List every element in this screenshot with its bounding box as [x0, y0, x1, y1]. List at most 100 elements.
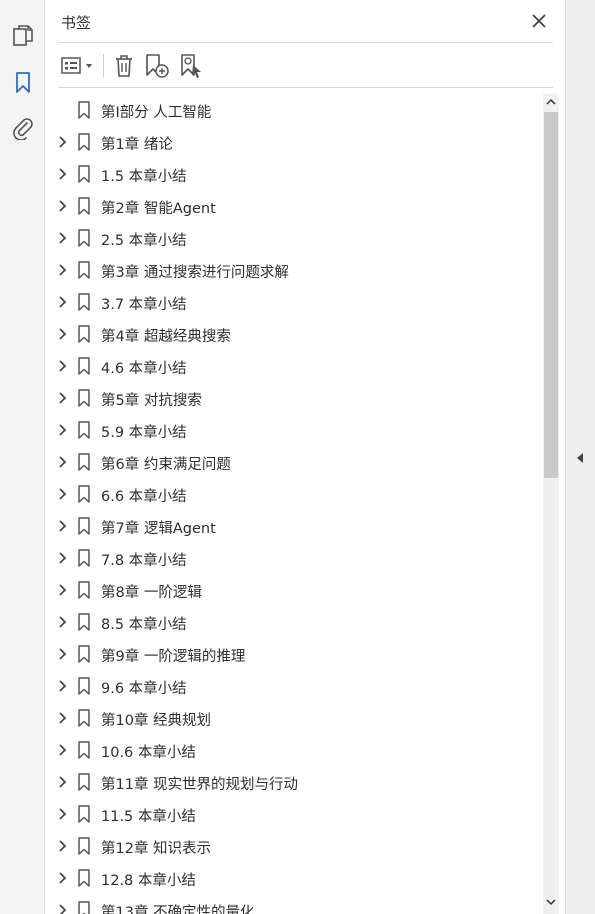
- bookmark-item[interactable]: 8.5 本章小结: [45, 606, 543, 638]
- scroll-up-button[interactable]: [543, 94, 559, 110]
- chevron-right-icon[interactable]: [55, 327, 69, 341]
- vertical-scrollbar[interactable]: [543, 94, 559, 914]
- close-icon: [532, 14, 546, 28]
- chevron-right-icon[interactable]: [55, 423, 69, 437]
- bookmark-icon: [78, 677, 90, 695]
- bookmark-item[interactable]: 5.9 本章小结: [45, 414, 543, 446]
- chevron-right-icon[interactable]: [55, 647, 69, 661]
- bookmarks-button[interactable]: [9, 69, 37, 97]
- bookmark-item[interactable]: 第9章 一阶逻辑的推理: [45, 638, 543, 670]
- bookmarks-panel: 书签 第I部分 人工智能 第1章 绪论 1.5 本章小结 第2章 智能Agent…: [45, 0, 565, 914]
- pages-icon: [13, 25, 33, 46]
- attachment-icon: [13, 118, 33, 140]
- bookmark-icon: [78, 325, 90, 343]
- chevron-right-icon[interactable]: [55, 455, 69, 469]
- bookmark-item[interactable]: 第7章 逻辑Agent: [45, 510, 543, 542]
- delete-bookmark-button[interactable]: [111, 52, 137, 80]
- bookmark-label: 1.5 本章小结: [101, 169, 187, 185]
- header-divider: [59, 42, 553, 43]
- bookmark-label: 第5章 对抗搜索: [101, 393, 202, 409]
- attachments-button[interactable]: [9, 114, 37, 142]
- bookmark-icon: [78, 485, 90, 503]
- bookmark-icon: [78, 645, 90, 663]
- bookmark-icon: [78, 293, 90, 311]
- chevron-right-icon[interactable]: [55, 807, 69, 821]
- chevron-right-icon[interactable]: [55, 679, 69, 693]
- scrollbar-thumb[interactable]: [544, 112, 558, 478]
- chevron-right-icon[interactable]: [55, 487, 69, 501]
- chevron-right-icon[interactable]: [55, 871, 69, 885]
- bookmark-item[interactable]: 第6章 约束满足问题: [45, 446, 543, 478]
- bookmark-item[interactable]: 12.8 本章小结: [45, 862, 543, 894]
- toolbar-separator: [103, 54, 104, 78]
- bookmark-icon: [78, 261, 90, 279]
- bookmark-icon: [78, 357, 90, 375]
- bookmark-item[interactable]: 3.7 本章小结: [45, 286, 543, 318]
- bookmark-item[interactable]: 11.5 本章小结: [45, 798, 543, 830]
- bookmark-item[interactable]: 第3章 通过搜索进行问题求解: [45, 254, 543, 286]
- new-bookmark-from-structure-button[interactable]: [177, 52, 205, 80]
- bookmark-label: 第8章 一阶逻辑: [101, 585, 202, 601]
- chevron-right-icon[interactable]: [55, 199, 69, 213]
- chevron-right-icon[interactable]: [55, 583, 69, 597]
- bookmark-item[interactable]: 9.6 本章小结: [45, 670, 543, 702]
- bookmark-icon: [78, 709, 90, 727]
- panel-splitter[interactable]: [565, 0, 595, 914]
- new-bookmark-button[interactable]: [143, 52, 171, 80]
- chevron-right-icon[interactable]: [55, 167, 69, 181]
- bookmark-item[interactable]: 7.8 本章小结: [45, 542, 543, 574]
- chevron-right-icon[interactable]: [55, 391, 69, 405]
- bookmarks-window: 书签 第I部分 人工智能 第1章 绪论 1.5 本章小结 第2章 智能Agent…: [0, 0, 595, 914]
- bookmark-item[interactable]: 第4章 超越经典搜索: [45, 318, 543, 350]
- bookmark-icon: [78, 773, 90, 791]
- bookmark-label: 第4章 超越经典搜索: [101, 329, 231, 345]
- bookmark-label: 7.8 本章小结: [101, 553, 187, 569]
- bookmark-item[interactable]: 2.5 本章小结: [45, 222, 543, 254]
- pages-button[interactable]: [9, 22, 37, 50]
- chevron-right-icon[interactable]: [55, 263, 69, 277]
- bookmark-icon: [78, 453, 90, 471]
- bookmark-item[interactable]: 1.5 本章小结: [45, 158, 543, 190]
- chevron-right-icon[interactable]: [55, 359, 69, 373]
- bookmark-label: 2.5 本章小结: [101, 233, 187, 249]
- bookmark-item[interactable]: 4.6 本章小结: [45, 350, 543, 382]
- chevron-right-icon[interactable]: [55, 775, 69, 789]
- bookmark-item[interactable]: 6.6 本章小结: [45, 478, 543, 510]
- chevron-right-icon[interactable]: [55, 743, 69, 757]
- chevron-right-icon[interactable]: [55, 615, 69, 629]
- options-menu-button[interactable]: [59, 52, 97, 80]
- bookmark-label: 第10章 经典规划: [101, 713, 212, 729]
- bookmark-icon: [78, 901, 90, 914]
- close-button[interactable]: [528, 10, 550, 32]
- chevron-right-icon[interactable]: [55, 903, 69, 914]
- bookmark-item[interactable]: 第5章 对抗搜索: [45, 382, 543, 414]
- chevron-right-icon[interactable]: [55, 551, 69, 565]
- bookmark-item[interactable]: 第2章 智能Agent: [45, 190, 543, 222]
- bookmark-item[interactable]: 第11章 现实世界的规划与行动: [45, 766, 543, 798]
- bookmarks-toolbar: [59, 48, 553, 84]
- bookmark-item[interactable]: 第1章 绪论: [45, 126, 543, 158]
- bookmark-label: 11.5 本章小结: [101, 809, 196, 825]
- bookmark-icon: [78, 229, 90, 247]
- scroll-down-button[interactable]: [543, 894, 559, 910]
- bookmark-item[interactable]: 10.6 本章小结: [45, 734, 543, 766]
- bookmark-icon: [78, 741, 90, 759]
- bookmark-item[interactable]: 第13章 不确定性的量化: [45, 894, 543, 914]
- chevron-right-icon[interactable]: [55, 295, 69, 309]
- bookmark-icon: [78, 165, 90, 183]
- bookmark-item[interactable]: 第10章 经典规划: [45, 702, 543, 734]
- bookmark-icon: [78, 837, 90, 855]
- chevron-right-icon[interactable]: [55, 839, 69, 853]
- new-bookmark-from-structure-icon: [181, 54, 201, 78]
- chevron-right-icon[interactable]: [55, 519, 69, 533]
- bookmark-label: 第6章 约束满足问题: [101, 457, 231, 473]
- chevron-right-icon[interactable]: [55, 135, 69, 149]
- bookmark-item[interactable]: 第12章 知识表示: [45, 830, 543, 862]
- bookmark-label: 第13章 不确定性的量化: [101, 905, 255, 914]
- collapse-arrow-icon[interactable]: [575, 452, 585, 464]
- chevron-right-icon[interactable]: [55, 231, 69, 245]
- bookmark-item[interactable]: 第8章 一阶逻辑: [45, 574, 543, 606]
- bookmark-item[interactable]: 第I部分 人工智能: [45, 94, 543, 126]
- chevron-right-icon[interactable]: [55, 711, 69, 725]
- bookmark-label: 12.8 本章小结: [101, 873, 196, 889]
